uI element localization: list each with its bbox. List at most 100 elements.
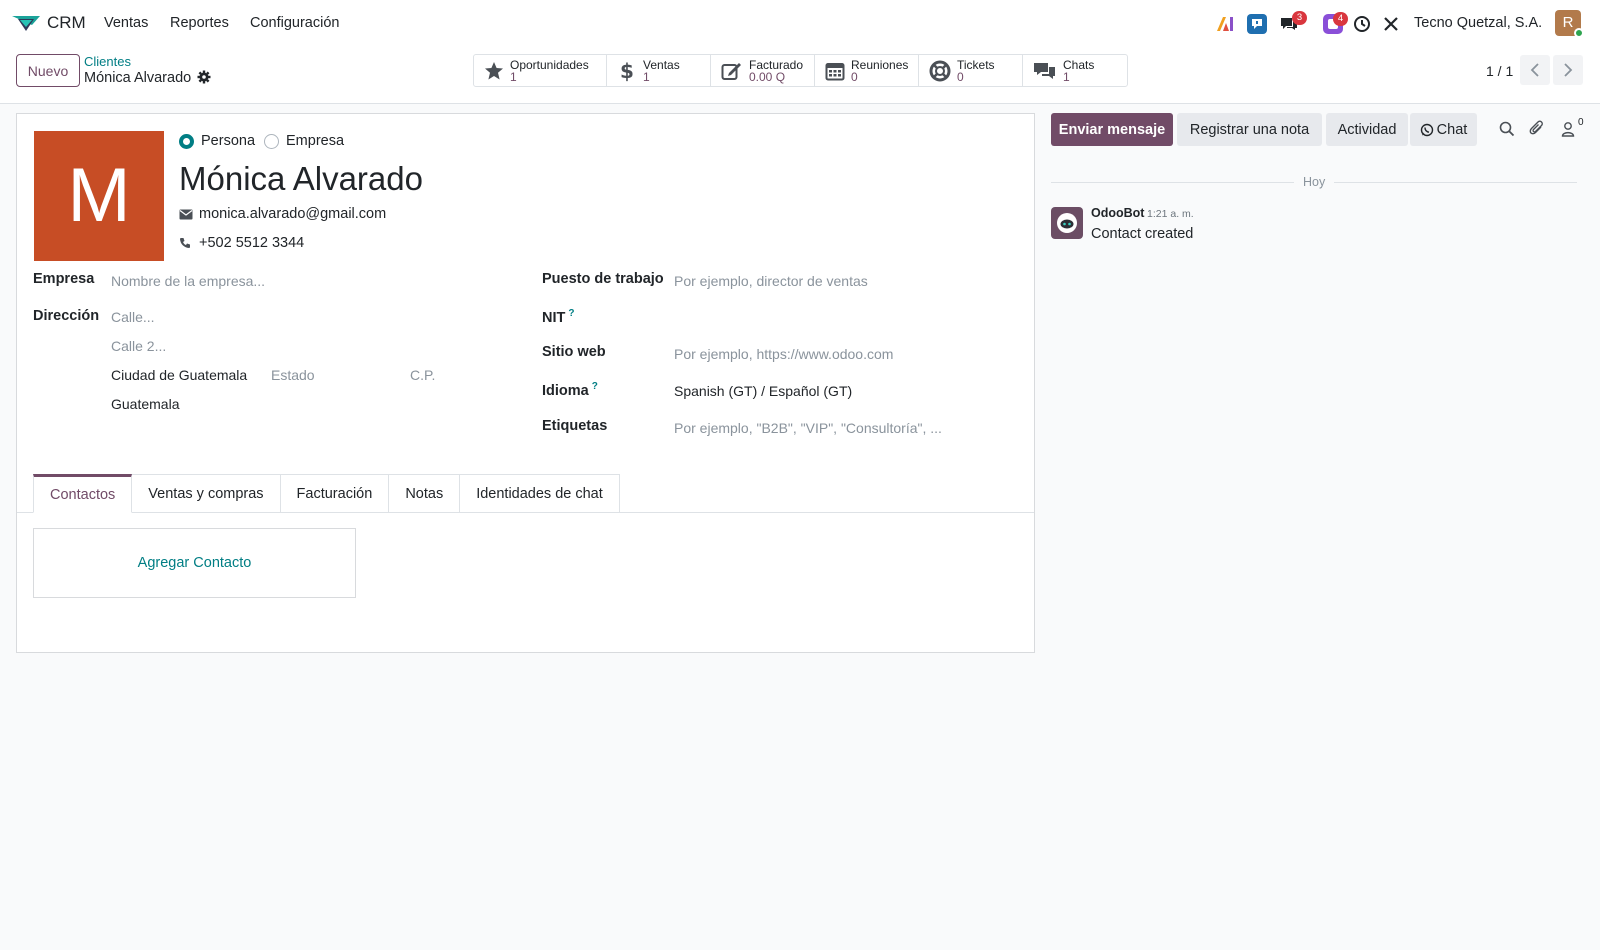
company-switcher[interactable]: Tecno Quetzal, S.A. bbox=[1414, 15, 1542, 31]
message-author[interactable]: OdooBot bbox=[1091, 206, 1144, 220]
partner-name-field[interactable]: Mónica Alvarado bbox=[179, 160, 423, 198]
language-label: Idioma? bbox=[542, 381, 598, 399]
email-field[interactable]: monica.alvarado@gmail.com bbox=[179, 206, 386, 222]
phone-icon bbox=[180, 238, 190, 248]
help-tooltip-icon[interactable]: ? bbox=[568, 308, 574, 319]
tools-icon[interactable] bbox=[1379, 12, 1403, 36]
invoiced-button[interactable]: Facturado 0.00 Q bbox=[711, 55, 815, 86]
gear-icon[interactable] bbox=[197, 70, 211, 84]
support-chat-icon[interactable] bbox=[1245, 12, 1269, 36]
stat-value: 0 bbox=[851, 69, 858, 84]
type-person-radio[interactable]: Persona bbox=[179, 133, 255, 149]
tab-contactos[interactable]: Contactos bbox=[33, 474, 133, 513]
zip-input[interactable]: C.P. bbox=[410, 367, 435, 383]
partner-avatar[interactable]: M bbox=[34, 131, 164, 261]
odoobot-avatar[interactable] bbox=[1051, 207, 1083, 239]
chats-button[interactable]: Chats 1 bbox=[1023, 55, 1127, 86]
message-time: 1:21 a. m. bbox=[1147, 208, 1194, 220]
control-panel: Nuevo Clientes Mónica Alvarado Oportunid… bbox=[0, 46, 1600, 104]
log-note-button[interactable]: Registrar una nota bbox=[1177, 113, 1322, 146]
notebook-tabs: Contactos Ventas y compras Facturación N… bbox=[33, 474, 620, 513]
smart-buttons: Oportunidades 1 $ Ventas 1 Facturado 0.00 Q… bbox=[473, 54, 1128, 87]
messages-badge: 3 bbox=[1292, 11, 1307, 25]
street-input[interactable]: Calle... bbox=[111, 309, 155, 325]
job-label: Puesto de trabajo bbox=[542, 271, 664, 287]
ai-icon[interactable] bbox=[1213, 12, 1237, 36]
job-input[interactable]: Por ejemplo, director de ventas bbox=[674, 273, 868, 289]
stat-label: Tickets bbox=[957, 57, 995, 72]
form-sheet: M Persona Empresa Mónica Alvarado monica… bbox=[16, 113, 1035, 653]
comments-icon bbox=[1034, 62, 1055, 79]
radio-checked-icon bbox=[179, 133, 194, 149]
stat-value: 0 bbox=[957, 69, 964, 84]
stat-label: Ventas bbox=[643, 57, 680, 72]
tab-identidades-chat[interactable]: Identidades de chat bbox=[460, 474, 620, 513]
language-select[interactable]: Spanish (GT) / Español (GT) bbox=[674, 383, 852, 399]
whatsapp-icon bbox=[1420, 123, 1433, 136]
meetings-button[interactable]: Reuniones 0 bbox=[815, 55, 919, 86]
city-input[interactable]: Ciudad de Guatemala bbox=[111, 367, 247, 383]
stat-value: 0.00 Q bbox=[749, 69, 786, 84]
sales-button[interactable]: $ Ventas 1 bbox=[607, 55, 711, 86]
company-label: Empresa bbox=[33, 271, 95, 287]
menu-ventas[interactable]: Ventas bbox=[104, 15, 148, 31]
nit-label: NIT? bbox=[542, 308, 574, 326]
pencil-square-icon bbox=[721, 62, 741, 80]
chevron-left-icon bbox=[1530, 63, 1539, 77]
svg-text:$: $ bbox=[620, 60, 634, 82]
tags-input[interactable]: Por ejemplo, "B2B", "VIP", "Consultoría"… bbox=[674, 420, 942, 436]
envelope-icon bbox=[179, 209, 193, 219]
calendar-icon bbox=[825, 62, 845, 80]
stat-value: 1 bbox=[1063, 69, 1070, 84]
robot-icon bbox=[1057, 213, 1077, 233]
paperclip-icon[interactable] bbox=[1527, 119, 1547, 139]
nit-input[interactable] bbox=[674, 309, 974, 327]
website-label: Sitio web bbox=[542, 344, 606, 360]
pager-value[interactable]: 1 / 1 bbox=[1486, 63, 1513, 79]
whatsapp-chat-button[interactable]: Chat bbox=[1410, 113, 1477, 146]
website-input[interactable]: Por ejemplo, https://www.odoo.com bbox=[674, 346, 893, 362]
crm-logo-icon[interactable] bbox=[12, 13, 40, 33]
stat-label: Facturado bbox=[749, 57, 804, 72]
opportunities-button[interactable]: Oportunidades 1 bbox=[474, 55, 607, 86]
radio-label: Persona bbox=[201, 133, 256, 149]
menu-configuracion[interactable]: Configuración bbox=[250, 15, 339, 31]
pager-previous-button[interactable] bbox=[1520, 55, 1550, 85]
new-button[interactable]: Nuevo bbox=[16, 54, 80, 87]
date-separator: Hoy bbox=[1051, 175, 1577, 189]
add-contact-button[interactable]: Agregar Contacto bbox=[33, 528, 356, 598]
activities-badge: 4 bbox=[1333, 12, 1348, 26]
stat-label: Reuniones bbox=[851, 57, 909, 72]
followers-icon[interactable] bbox=[1558, 119, 1578, 139]
address-label: Dirección bbox=[33, 308, 100, 324]
company-input[interactable]: Nombre de la empresa... bbox=[111, 273, 265, 289]
street2-input[interactable]: Calle 2... bbox=[111, 338, 166, 354]
breadcrumb-current: Mónica Alvarado bbox=[84, 70, 192, 86]
help-tooltip-icon[interactable]: ? bbox=[592, 381, 598, 392]
chat-label: Chat bbox=[1436, 121, 1468, 138]
tab-notas[interactable]: Notas bbox=[389, 474, 461, 513]
followers-count: 0 bbox=[1578, 117, 1584, 128]
breadcrumb-parent[interactable]: Clientes bbox=[84, 54, 131, 69]
pager-next-button[interactable] bbox=[1553, 55, 1583, 85]
stat-value: 1 bbox=[643, 69, 650, 84]
tags-label: Etiquetas bbox=[542, 418, 608, 434]
phone-field[interactable]: +502 5512 3344 bbox=[179, 235, 304, 251]
stat-label: Chats bbox=[1063, 57, 1095, 72]
separator-line bbox=[1051, 182, 1294, 183]
send-message-button[interactable]: Enviar mensaje bbox=[1051, 113, 1173, 146]
type-company-radio[interactable]: Empresa bbox=[264, 133, 344, 149]
activity-button[interactable]: Actividad bbox=[1326, 113, 1408, 146]
radio-unchecked-icon bbox=[264, 133, 279, 149]
top-navbar: CRM Ventas Reportes Configuración 3 4 Te… bbox=[0, 0, 1600, 46]
tab-ventas-compras[interactable]: Ventas y compras bbox=[132, 474, 281, 513]
tab-facturacion[interactable]: Facturación bbox=[280, 474, 390, 513]
search-icon[interactable] bbox=[1497, 119, 1517, 139]
state-select[interactable]: Estado bbox=[271, 367, 315, 383]
tickets-button[interactable]: Tickets 0 bbox=[919, 55, 1023, 86]
menu-reportes[interactable]: Reportes bbox=[170, 15, 229, 31]
clock-icon[interactable] bbox=[1350, 12, 1374, 36]
stat-value: 1 bbox=[510, 69, 517, 84]
app-name[interactable]: CRM bbox=[47, 13, 86, 33]
country-select[interactable]: Guatemala bbox=[111, 396, 179, 412]
